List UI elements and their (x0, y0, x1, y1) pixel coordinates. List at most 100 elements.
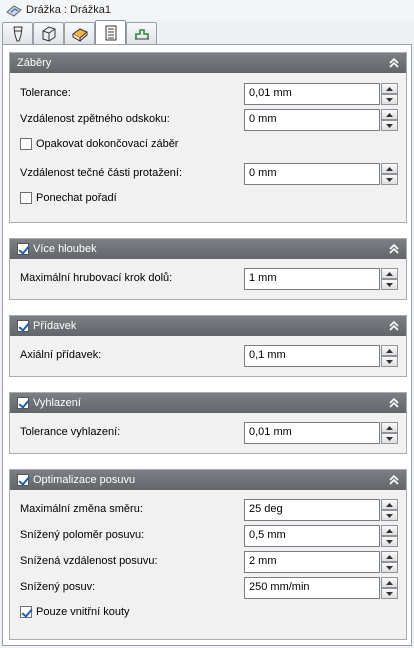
springback-input[interactable]: 0 mm (244, 109, 380, 131)
field-label: Axiální přídavek: (20, 349, 102, 361)
linking-icon (134, 29, 149, 40)
group-title: Vyhlazení (33, 397, 81, 409)
field-label: Vzdálenost zpětného odskoku: (20, 113, 170, 125)
tab-linking[interactable] (126, 22, 157, 45)
title-bar: Drážka : Drážka1 (0, 0, 414, 20)
spin-up-button[interactable] (381, 577, 398, 588)
group-enable-checkbox[interactable] (17, 397, 29, 409)
reduced-radius-spinner: 0,5 mm (244, 525, 398, 547)
tab-tool[interactable] (2, 22, 33, 45)
checkbox-label: Opakovat dokončovací záběr (36, 138, 179, 150)
group-title: Optimalizace posuvu (33, 474, 136, 486)
group-multiple-depths: Více hloubek Maximální hrubovací krok do… (9, 238, 407, 300)
field-label: Snížený posuv: (20, 581, 96, 593)
tab-strip (2, 20, 157, 45)
group-feed-optimization-header[interactable]: Optimalizace posuvu (10, 470, 406, 490)
reduced-distance-spinner: 2 mm (244, 551, 398, 573)
repeat-finish-checkbox[interactable]: Opakovat dokončovací záběr (20, 138, 178, 150)
spin-down-button[interactable] (381, 510, 398, 521)
reduced-distance-input[interactable]: 2 mm (244, 551, 380, 573)
passes-icon (105, 25, 116, 41)
spin-up-button[interactable] (381, 525, 398, 536)
max-roughing-spinner: 1 mm (244, 268, 398, 290)
group-title: Více hloubek (33, 243, 97, 255)
inner-corners-checkbox[interactable]: Pouze vnitřní kouty (20, 606, 130, 618)
collapse-icon[interactable] (388, 474, 400, 486)
group-multiple-depths-header[interactable]: Více hloubek (10, 239, 406, 259)
max-dir-change-input[interactable]: 25 deg (244, 499, 380, 521)
row-springback: Vzdálenost zpětného odskoku: 0 mm (10, 109, 406, 131)
group-stock-to-leave-header[interactable]: Přídavek (10, 316, 406, 336)
spin-down-button[interactable] (381, 562, 398, 573)
tangent-ext-input[interactable]: 0 mm (244, 163, 380, 185)
max-roughing-input[interactable]: 1 mm (244, 268, 380, 290)
row-keep-order: Ponechat pořadí (10, 189, 406, 211)
reduced-radius-input[interactable]: 0,5 mm (244, 525, 380, 547)
collapse-icon[interactable] (388, 57, 400, 69)
spin-down-button[interactable] (381, 120, 398, 131)
tolerance-input[interactable]: 0,01 mm (244, 83, 380, 105)
spin-up-button[interactable] (381, 83, 398, 94)
group-smoothing-header[interactable]: Vyhlazení (10, 393, 406, 413)
group-stock-to-leave: Přídavek Axiální přídavek: 0,1 mm (9, 315, 407, 377)
field-label: Maximální změna směru: (20, 503, 143, 515)
tab-passes[interactable] (95, 20, 126, 45)
spin-down-button[interactable] (381, 174, 398, 185)
field-label: Tolerance vyhlazení: (20, 426, 121, 438)
collapse-icon[interactable] (388, 320, 400, 332)
axial-stock-spinner: 0,1 mm (244, 345, 398, 367)
row-max-dir-change: Maximální změna směru: 25 deg (10, 499, 406, 521)
row-max-roughing: Maximální hrubovací krok dolů: 1 mm (10, 268, 406, 290)
group-enable-checkbox[interactable] (17, 243, 29, 255)
tangent-ext-spinner: 0 mm (244, 163, 398, 185)
keep-order-checkbox[interactable]: Ponechat pořadí (20, 192, 117, 204)
group-feed-optimization: Optimalizace posuvu Maximální změna směr… (9, 469, 407, 640)
spin-down-button[interactable] (381, 536, 398, 547)
tool-icon (12, 26, 23, 42)
group-enable-checkbox[interactable] (17, 320, 29, 332)
row-tolerance: Tolerance: 0,01 mm (10, 83, 406, 105)
max-dir-change-spinner: 25 deg (244, 499, 398, 521)
spin-down-button[interactable] (381, 94, 398, 105)
row-reduced-feed: Snížený posuv: 250 mm/min (10, 577, 406, 599)
spin-down-button[interactable] (381, 588, 398, 599)
checkbox-box[interactable] (20, 138, 32, 150)
group-passes-header[interactable]: Záběry (10, 53, 406, 73)
window-title: Drážka : Drážka1 (26, 4, 111, 16)
groove-icon (6, 5, 22, 17)
spin-up-button[interactable] (381, 268, 398, 279)
spin-up-button[interactable] (381, 499, 398, 510)
row-inner-corners: Pouze vnitřní kouty (10, 603, 406, 625)
collapse-icon[interactable] (388, 243, 400, 255)
spin-up-button[interactable] (381, 109, 398, 120)
reduced-feed-spinner: 250 mm/min (244, 577, 398, 599)
tab-setup[interactable] (64, 22, 95, 45)
spin-up-button[interactable] (381, 422, 398, 433)
spin-down-button[interactable] (381, 433, 398, 444)
checkbox-box[interactable] (20, 192, 32, 204)
tolerance-spinner: 0,01 mm (244, 83, 398, 105)
checkbox-box[interactable] (20, 606, 32, 618)
reduced-feed-input[interactable]: 250 mm/min (244, 577, 380, 599)
group-passes: Záběry Tolerance: 0,01 mm Vzdálenost zpě… (9, 52, 407, 223)
group-title: Přídavek (33, 320, 77, 332)
group-enable-checkbox[interactable] (17, 474, 29, 486)
spin-down-button[interactable] (381, 356, 398, 367)
row-tangent-ext: Vzdálenost tečné části protažení: 0 mm (10, 163, 406, 185)
row-repeat-finish: Opakovat dokončovací záběr (10, 135, 406, 157)
spin-down-button[interactable] (381, 279, 398, 290)
axial-stock-input[interactable]: 0,1 mm (244, 345, 380, 367)
spin-up-button[interactable] (381, 551, 398, 562)
field-label: Snížený poloměr posuvu: (20, 529, 145, 541)
spin-up-button[interactable] (381, 345, 398, 356)
smoothing-tolerance-input[interactable]: 0,01 mm (244, 422, 380, 444)
checkbox-label: Ponechat pořadí (36, 192, 117, 204)
properties-panel: Záběry Tolerance: 0,01 mm Vzdálenost zpě… (2, 44, 412, 646)
setup-icon (71, 28, 88, 42)
collapse-icon[interactable] (388, 397, 400, 409)
row-axial-stock: Axiální přídavek: 0,1 mm (10, 345, 406, 367)
spin-up-button[interactable] (381, 163, 398, 174)
tab-stock[interactable] (33, 22, 64, 45)
group-title: Záběry (17, 57, 52, 69)
field-label: Maximální hrubovací krok dolů: (20, 272, 173, 284)
